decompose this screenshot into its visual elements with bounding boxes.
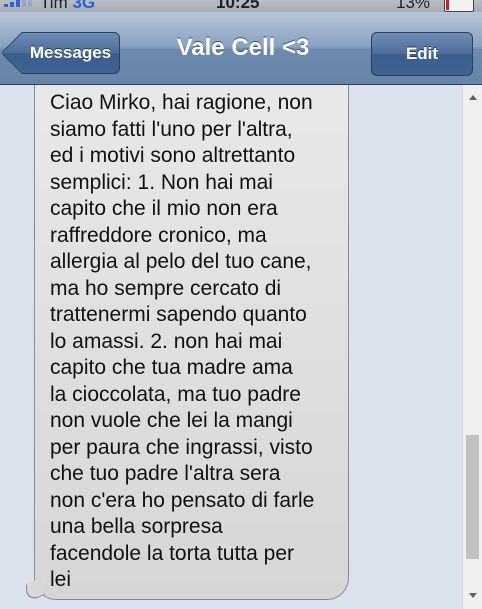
network-type: 3G [72,0,96,12]
carrier-label: Tim 3G [40,0,95,12]
battery-fill [446,0,449,10]
message-bubble-tail [26,575,45,604]
status-bar: Tim 3G 10:25 13% [0,0,482,12]
messages-back-button[interactable]: Messages [22,32,120,74]
scrollbar-thumb[interactable] [466,435,479,559]
status-time: 10:25 [216,0,260,12]
message-text: Ciao Mirko, hai ragione, non siamo fatti… [50,91,315,591]
conversation-title: Vale Cell <3 [176,34,310,61]
vertical-scrollbar[interactable] [462,85,482,609]
conversation-view[interactable]: Ciao Mirko, hai ragione, non siamo fatti… [0,85,462,609]
scroll-up-arrow-icon[interactable] [469,95,477,100]
battery-icon [444,0,474,12]
scroll-down-arrow-icon[interactable] [469,593,477,598]
carrier-name: Tim [40,0,68,12]
edit-button[interactable]: Edit [371,32,473,76]
battery-percent: 13% [396,0,431,12]
navigation-bar: Messages Vale Cell <3 Edit [0,12,482,85]
